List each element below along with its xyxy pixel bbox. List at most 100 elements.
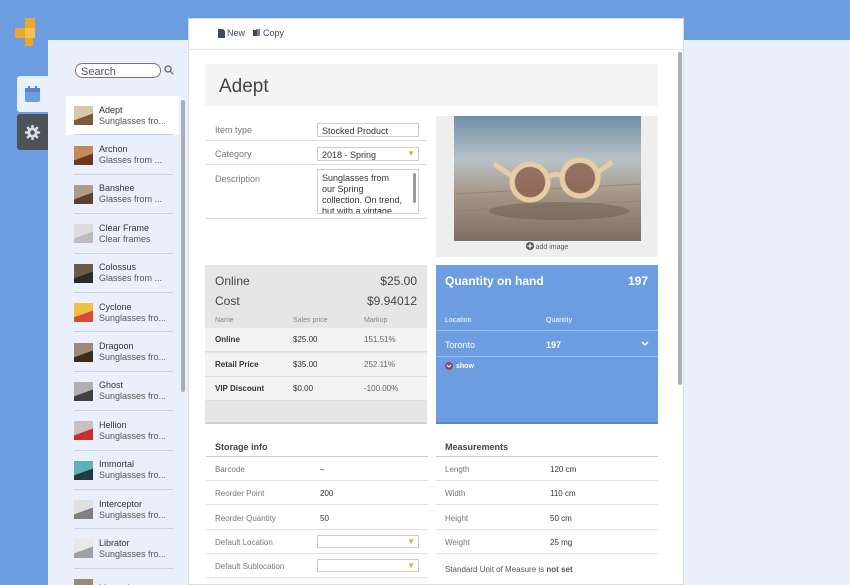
item-text: Dragoon Sunglasses fro... [99,341,166,363]
item-name: Cyclone [99,301,132,312]
search-icon[interactable] [164,65,174,75]
table-row[interactable]: Retail Price $35.00 252.11% [205,353,427,377]
page-title: Adept [219,76,269,97]
list-scrollbar[interactable] [181,100,185,392]
chevron-circle-icon [445,362,453,370]
quantity-title: Quantity on hand [445,274,544,288]
list-item[interactable]: Clear Frame Clear frames [66,214,179,254]
item-description: Sunglasses fro... [99,548,167,559]
price-name: Online [215,335,240,344]
description-textarea[interactable]: Sunglasses from our Spring collection. O… [317,169,419,214]
detail-scrollbar[interactable] [678,52,682,385]
search-input[interactable] [76,65,160,79]
storage-label: Barcode [215,465,245,474]
location-select[interactable]: ▼ [317,534,419,548]
title-box: Adept [205,64,658,106]
product-photo [454,116,641,241]
item-description: Glasses from ... [99,273,163,284]
storage-row: Default Sublocation ▼ [206,554,428,579]
unit-note-value: not set [546,565,573,574]
list-item[interactable]: Interceptor Sunglasses fro... [66,490,179,530]
item-description: Glasses from ... [99,155,163,166]
item-type-field[interactable]: Stocked Product [317,123,419,137]
caret-down-icon: ▼ [407,536,415,546]
item-text: Hellion Sunglasses fro... [99,420,166,442]
item-thumbnail [74,303,93,323]
gear-icon [24,124,41,140]
price-name: VIP Discount [215,384,265,393]
settings-tab[interactable] [17,114,48,150]
storage-row: Reorder Point 200 [206,481,428,506]
chevron-down-icon[interactable] [641,341,649,347]
list-item[interactable]: Dragoon Sunglasses fro... [66,332,179,372]
location-select[interactable]: ▼ [317,559,419,573]
list-item[interactable]: Hellion Sunglasses fro... [66,411,179,451]
inventory-tab[interactable] [17,76,48,112]
document-icon [218,28,225,38]
list-item[interactable]: Marauder [66,569,179,585]
price-markup: 252.11% [364,360,395,369]
quantity-total: 197 [627,274,648,288]
app-logo-icon[interactable] [15,18,39,48]
item-description: Clear frames [99,233,151,244]
storage-label: Reorder Quantity [215,513,276,523]
storage-row: Barcode – [206,457,428,481]
table-row[interactable]: VIP Discount $0.00 -100.00% [205,377,427,401]
item-name: Immortal [99,459,135,470]
list-item[interactable]: Librator Sunglasses fro... [66,529,179,569]
item-text: Clear Frame Clear frames [99,223,151,245]
item-description: Glasses from ... [99,194,163,205]
item-text: Archon Glasses from ... [99,144,162,166]
list-item[interactable]: Cyclone Sunglasses fro... [66,293,179,333]
category-select[interactable]: 2018 - Spring ▼ [317,147,419,161]
item-name: Clear Frame [99,222,150,233]
item-name: Banshee [99,183,135,194]
textarea-scrollbar[interactable] [413,173,416,203]
measurement-label: Length [445,465,470,474]
quantity-panel: Quantity on hand 197 Location Quantity T… [436,265,658,424]
item-list: Adept Sunglasses fro... Archon Glasses from… [66,96,179,585]
location-row[interactable]: Toronto 197 [436,330,658,357]
online-value: $25.00 [380,274,417,288]
item-text: Colossus Glasses from ... [99,262,162,284]
item-description: Sunglasses fro... [99,312,167,323]
item-thumbnail [74,460,93,480]
col-name-header: Name [215,317,234,324]
list-item[interactable]: Archon Glasses from ... [66,135,179,175]
list-item[interactable]: Colossus Glasses from ... [66,254,179,293]
search-box [75,63,161,79]
new-button[interactable]: New [218,28,245,38]
add-image-button[interactable]: add image [436,242,658,251]
caret-down-icon: ▼ [407,561,415,571]
storage-value: 50 [320,513,329,523]
col-sales-price-header: Sales price [293,317,328,324]
list-item[interactable]: Ghost Sunglasses fro... [66,372,179,412]
price-value: $35.00 [293,360,318,369]
measurement-value: 25 mg [550,537,573,547]
cost-line: Cost $9.94012 [215,294,417,308]
item-name: Librator [99,537,130,548]
copy-button[interactable]: Copy [253,28,284,38]
show-toggle[interactable]: show [445,362,474,370]
online-label: Online [215,274,250,288]
item-text: Immortal Sunglasses fro... [99,459,166,481]
add-image-label: add image [535,244,569,251]
item-description: Sunglasses fro... [99,509,167,520]
item-thumbnail [74,106,93,126]
description-text: Sunglasses from our Spring collection. O… [322,173,403,214]
item-type-row: Item type Stocked Product [206,120,427,141]
list-item[interactable]: Banshee Glasses from ... [66,175,179,215]
table-row[interactable]: Online $25.00 151.51% [205,328,427,352]
item-name: Colossus [99,262,137,273]
list-item[interactable]: Immortal Sunglasses fro... [66,451,179,490]
toolbar-divider [188,49,684,50]
measurement-label: Height [445,513,469,523]
item-name: Adept [99,104,123,115]
description-row: Description Sunglasses from our Spring c… [206,165,427,219]
price-markup: -100.00% [364,384,399,393]
storage-value: 200 [320,489,334,499]
list-item[interactable]: Adept Sunglasses fro... [66,96,179,136]
pricing-panel: Online $25.00 Cost $9.94012 Name Sales p… [205,265,427,424]
item-name: Archon [99,144,128,155]
category-row: Category 2018 - Spring ▼ [206,141,427,165]
